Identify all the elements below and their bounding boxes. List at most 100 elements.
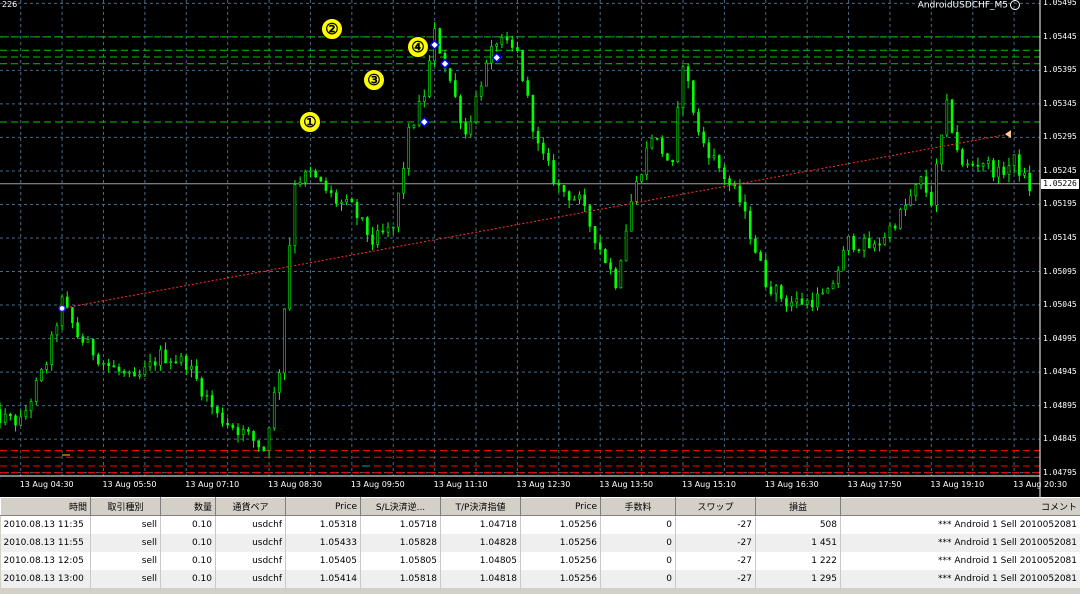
candle-body: [588, 205, 592, 227]
col-current-price[interactable]: Price: [520, 497, 601, 516]
candle-body: [945, 99, 949, 136]
candle-body: [779, 285, 783, 299]
cell-symbol: usdchf: [215, 570, 286, 588]
candle-body: [811, 299, 814, 308]
time-tick-label: 13 Aug 15:10: [681, 480, 736, 489]
candle-body: [826, 288, 830, 294]
candle-body: [1012, 154, 1016, 166]
candle-body: [138, 374, 142, 377]
candle-body: [873, 243, 876, 249]
candle-body: [992, 160, 995, 178]
candle-body: [790, 301, 793, 307]
trade-table: 時間 取引種別 数量 通貨ペア Price S/L決済逆... T/P決済指値 …: [0, 497, 1080, 588]
candle-body: [107, 362, 110, 366]
candle-body: [660, 138, 664, 154]
col-symbol[interactable]: 通貨ペア: [215, 497, 286, 516]
price-tick-label: 1.05145: [1043, 233, 1077, 242]
candle-body: [878, 243, 881, 246]
cell-stop-loss: 1.05718: [360, 515, 441, 534]
col-time[interactable]: 時間: [0, 497, 91, 516]
candle-body: [800, 298, 804, 305]
col-comment[interactable]: コメント: [840, 497, 1080, 516]
cell-current-price: 1.05256: [520, 515, 601, 534]
current-price-label: 1.05226: [1041, 178, 1079, 189]
candle-body: [950, 99, 954, 133]
candle-body: [102, 362, 105, 365]
candle-body: [29, 401, 33, 412]
candle-body: [448, 68, 452, 81]
table-row[interactable]: 2010.08.13 12:05 sell 0.10 usdchf 1.0540…: [0, 552, 1080, 570]
col-commission[interactable]: 手数料: [600, 497, 676, 516]
candle-body: [210, 395, 214, 408]
candle-body: [624, 230, 628, 262]
candle-body: [329, 190, 333, 194]
col-profit[interactable]: 損益: [755, 497, 841, 516]
candle-body: [422, 96, 426, 102]
col-open-price[interactable]: Price: [285, 497, 361, 516]
cell-open-price: 1.05318: [285, 515, 361, 534]
candle-body: [143, 366, 147, 376]
candle-body: [148, 361, 152, 368]
candle-body: [510, 39, 514, 48]
candle-body: [1028, 172, 1031, 192]
candle-body: [159, 349, 162, 366]
candle-body: [640, 174, 643, 182]
cell-commission: 0: [600, 534, 676, 552]
trade-entry-marker: [418, 116, 430, 128]
col-volume[interactable]: 数量: [160, 497, 216, 516]
col-take-profit[interactable]: T/P決済指値: [440, 497, 521, 516]
candle-body: [81, 336, 85, 343]
corner-label: 226: [2, 0, 18, 9]
candle-body: [335, 192, 338, 204]
candle-body: [412, 124, 416, 128]
price-tick-label: 1.05495: [1043, 0, 1077, 8]
candle-body: [428, 60, 431, 97]
candle-body: [479, 85, 483, 97]
cell-comment: *** Android 1 Sell 2010052081: [840, 570, 1080, 588]
price-tick-label: 1.05195: [1043, 199, 1077, 209]
cell-stop-loss: 1.05818: [360, 570, 441, 588]
candle-body: [464, 122, 467, 135]
candle-body: [469, 121, 473, 135]
candle-body: [935, 163, 938, 206]
table-row[interactable]: 2010.08.13 13:00 sell 0.10 usdchf 1.0541…: [0, 570, 1080, 588]
cell-open-price: 1.05405: [285, 552, 361, 570]
cell-type: sell: [90, 534, 161, 552]
candle-body: [567, 191, 571, 201]
candle-body: [360, 217, 364, 219]
time-tick-label: 13 Aug 07:10: [185, 480, 240, 489]
candle-body: [692, 80, 695, 113]
candle-body: [288, 245, 292, 310]
candle-body: [997, 166, 1000, 178]
cell-commission: 0: [600, 515, 676, 534]
cell-profit: 1 295: [755, 570, 841, 588]
trade-marker-label-3: ③: [363, 69, 385, 91]
cell-swap: -27: [675, 515, 756, 534]
trend-end-arrow: [1004, 130, 1011, 139]
price-tick-label: 1.04895: [1043, 400, 1077, 410]
candle-body: [759, 252, 762, 261]
candle-body: [986, 160, 990, 164]
candle-body: [133, 371, 136, 377]
trade-marker-label-2: ②: [321, 18, 343, 40]
table-row[interactable]: 2010.08.13 11:55 sell 0.10 usdchf 1.0543…: [0, 534, 1080, 552]
candle-body: [707, 142, 711, 159]
price-chart[interactable]: [0, 0, 1080, 497]
table-row[interactable]: 2010.08.13 11:35 sell 0.10 usdchf 1.0531…: [0, 515, 1080, 534]
candle-body: [117, 366, 121, 372]
candle-body: [314, 170, 317, 178]
col-swap[interactable]: スワップ: [675, 497, 756, 516]
cell-comment: *** Android 1 Sell 2010052081: [840, 552, 1080, 570]
candle-body: [355, 201, 359, 218]
col-stop-loss[interactable]: S/L決済逆...: [360, 497, 441, 516]
candle-body: [345, 198, 348, 203]
candle-body: [500, 36, 504, 45]
candle-body: [955, 131, 959, 151]
candle-body: [216, 406, 219, 414]
candle-body: [862, 238, 866, 251]
cell-take-profit: 1.04818: [440, 570, 521, 588]
candle-body: [697, 112, 700, 133]
col-type[interactable]: 取引種別: [90, 497, 161, 516]
candle-body: [278, 372, 281, 393]
chart-window[interactable]: 226 AndroidUSDCHF_M5 1.05495 1.05445 1.053…: [0, 0, 1080, 497]
